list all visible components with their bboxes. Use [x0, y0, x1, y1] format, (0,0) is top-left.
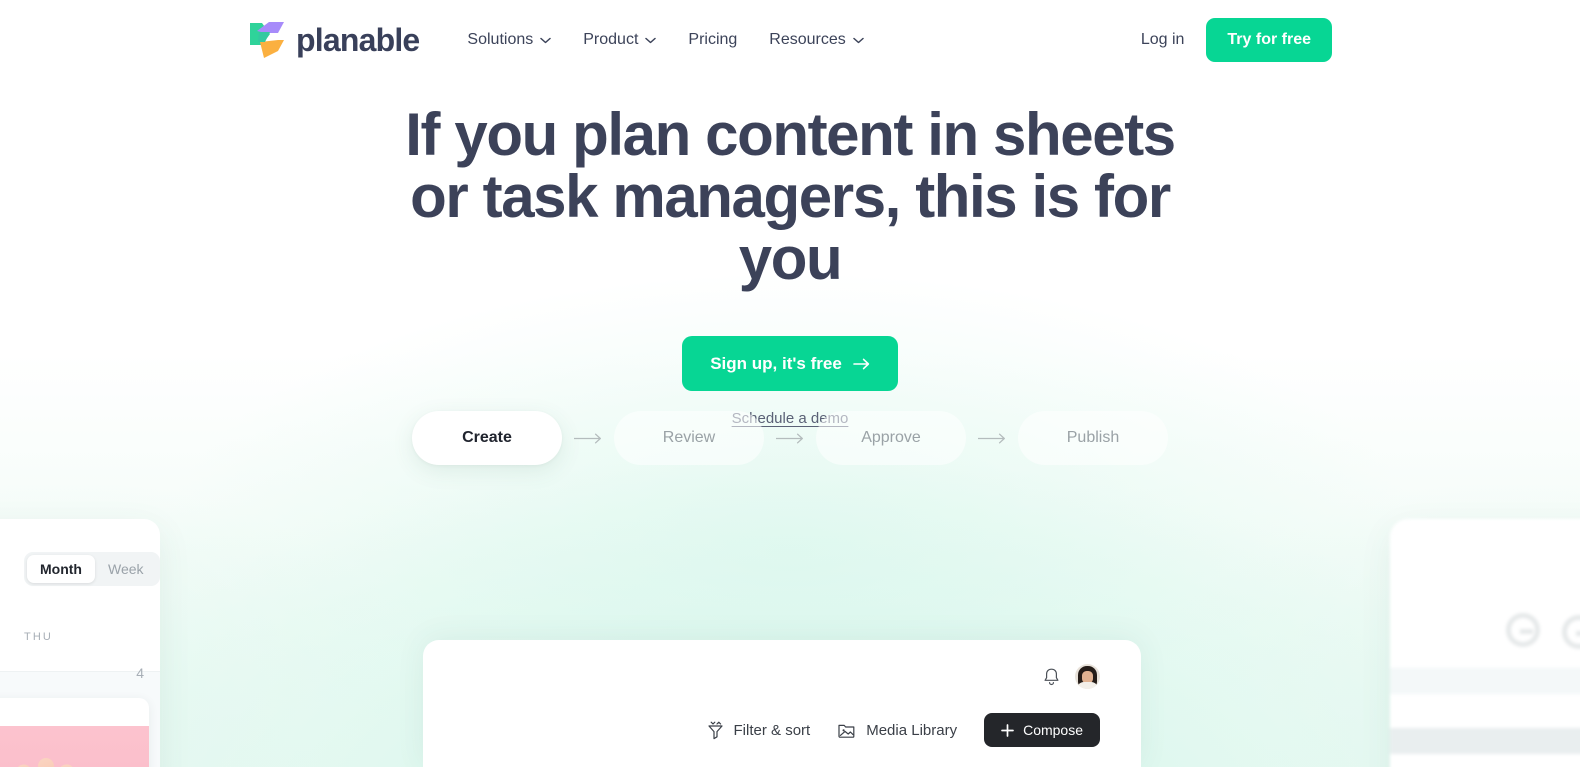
avatar[interactable] [1075, 664, 1100, 689]
calendar-widget-preview: Month Week THU 4 f [0, 519, 160, 767]
nav-label-pricing: Pricing [688, 31, 738, 48]
calendar-day-number: 4 [136, 665, 144, 681]
app-window-preview: Filter & sort Media Library Compose [423, 640, 1141, 767]
main-navigation: Solutions Product Pricing Resources [467, 31, 864, 49]
calendar-view-month[interactable]: Month [27, 555, 95, 583]
arrow-right-icon [776, 433, 803, 443]
google-g-icon [1506, 613, 1540, 647]
bell-icon[interactable] [1042, 667, 1061, 687]
nav-label-resources: Resources [769, 31, 846, 48]
try-for-free-button[interactable]: Try for free [1206, 18, 1332, 62]
workflow-steps: Create Review Approve Publish [0, 411, 1580, 465]
step-arrow-1 [562, 433, 614, 444]
media-library-label: Media Library [866, 721, 958, 739]
step-create[interactable]: Create [412, 411, 562, 465]
analytics-widget-preview [1390, 519, 1580, 767]
placeholder-row [1390, 668, 1580, 694]
arrow-right-icon [852, 358, 869, 369]
chevron-down-icon [853, 37, 864, 43]
post-card-header: f [0, 698, 149, 726]
hero-section: If you plan content in sheets or task ma… [0, 101, 1580, 428]
login-link[interactable]: Log in [1141, 31, 1185, 49]
site-header: planable Solutions Product Pricing Resou… [0, 0, 1580, 80]
compose-button[interactable]: Compose [984, 713, 1100, 747]
google-g-icon [1562, 615, 1580, 649]
step-approve[interactable]: Approve [816, 411, 966, 465]
placeholder-row [1390, 728, 1580, 754]
calendar-post-card[interactable]: f [0, 698, 149, 767]
compose-label: Compose [1023, 722, 1083, 738]
nav-item-pricing[interactable]: Pricing [688, 31, 737, 49]
post-image [0, 726, 149, 767]
signup-button[interactable]: Sign up, it's free [682, 336, 898, 391]
arrow-right-icon [574, 433, 601, 443]
nav-item-resources[interactable]: Resources [769, 31, 864, 49]
signup-button-label: Sign up, it's free [710, 353, 842, 373]
app-header-actions [1042, 664, 1100, 689]
step-review[interactable]: Review [614, 411, 764, 465]
calendar-view-week[interactable]: Week [95, 555, 157, 583]
hand-illustration [0, 748, 96, 767]
header-actions: Log in Try for free [1141, 18, 1332, 62]
arrow-right-icon [978, 433, 1005, 443]
avatar-body [1077, 682, 1098, 689]
nav-item-product[interactable]: Product [583, 31, 657, 49]
media-library-button[interactable]: Media Library [837, 721, 957, 739]
brand-logo-link[interactable]: planable [248, 20, 420, 60]
calendar-day-label: THU [24, 631, 53, 643]
nav-label-product: Product [583, 31, 639, 48]
app-toolbar: Filter & sort Media Library Compose [707, 713, 1100, 747]
chevron-down-icon [645, 37, 657, 43]
nav-label-solutions: Solutions [467, 31, 534, 48]
planable-pinwheel-logo-icon [250, 22, 284, 58]
page-title: If you plan content in sheets or task ma… [405, 101, 1176, 292]
page-root: planable Solutions Product Pricing Resou… [0, 0, 1580, 767]
brand-name: planable [296, 21, 420, 58]
plus-icon [1001, 723, 1014, 737]
step-arrow-3 [966, 433, 1018, 444]
funnel-icon [707, 721, 723, 739]
chevron-down-icon [540, 37, 551, 43]
step-arrow-2 [764, 433, 816, 444]
nav-item-solutions[interactable]: Solutions [467, 31, 551, 49]
filter-and-sort-label: Filter & sort [733, 721, 811, 739]
step-publish[interactable]: Publish [1018, 411, 1168, 465]
image-folder-icon [838, 724, 855, 738]
calendar-view-toggle: Month Week [24, 552, 160, 586]
filter-and-sort-button[interactable]: Filter & sort [707, 721, 811, 740]
